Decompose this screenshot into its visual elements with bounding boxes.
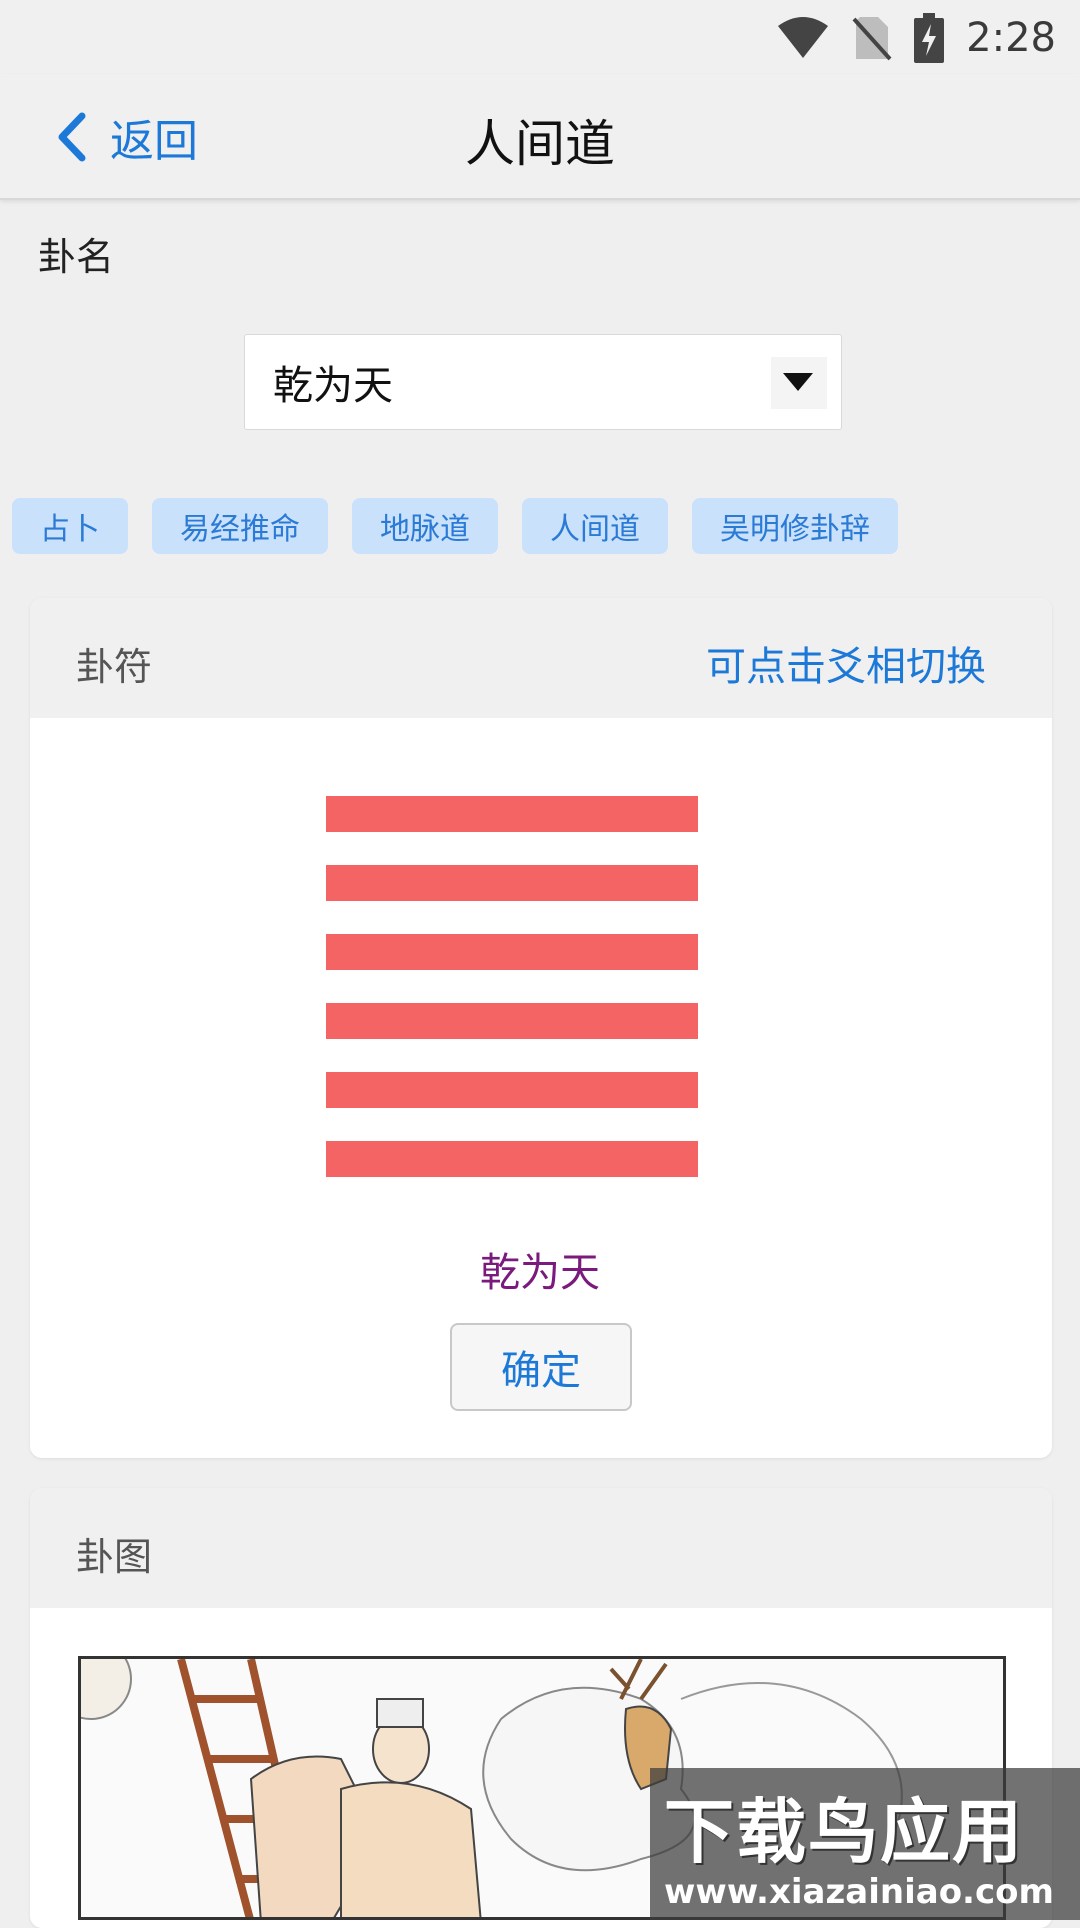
- hexagram: [326, 796, 698, 1210]
- tag-zhanbu[interactable]: 占卜: [12, 498, 128, 554]
- toggle-lines-hint[interactable]: 可点击爻相切换: [706, 634, 986, 692]
- wifi-icon: [778, 17, 829, 58]
- hexagram-name: 乾为天: [480, 1250, 600, 1296]
- hexagram-line-2[interactable]: [326, 1072, 698, 1108]
- watermark: 下载鸟应用 www.xiazainiao.com: [650, 1768, 1080, 1920]
- tag-dimaidao[interactable]: 地脉道: [352, 498, 498, 554]
- status-icons: 2:28: [776, 8, 1056, 68]
- gua-select[interactable]: 乾为天: [244, 334, 842, 430]
- status-bar: 2:28: [0, 0, 1080, 74]
- gua-symbol-title: 卦符: [76, 645, 153, 689]
- status-time: 2:28: [966, 15, 1056, 61]
- watermark-title: 下载鸟应用: [664, 1791, 1024, 1873]
- page-title: 人间道: [465, 115, 615, 173]
- tag-renjiandao[interactable]: 人间道: [522, 498, 668, 554]
- tag-row: 占卜 易经推命 地脉道 人间道 吴明修卦辞: [12, 498, 898, 554]
- gua-select-value: 乾为天: [273, 363, 393, 409]
- gua-name-label: 卦名: [38, 235, 115, 279]
- confirm-button[interactable]: 确定: [450, 1323, 632, 1411]
- hexagram-line-4[interactable]: [326, 934, 698, 970]
- hexagram-line-5[interactable]: [326, 865, 698, 901]
- hexagram-line-6[interactable]: [326, 796, 698, 832]
- gua-symbol-card-header: 卦符 可点击爻相切换: [30, 598, 1052, 718]
- tag-wumingxiu-guaci[interactable]: 吴明修卦辞: [692, 498, 898, 554]
- dropdown-arrow-icon: [783, 373, 813, 391]
- no-sim-icon: [852, 17, 892, 61]
- hexagram-line-3[interactable]: [326, 1003, 698, 1039]
- gua-image-card-header: 卦图: [30, 1488, 1052, 1608]
- battery-charging-icon: [914, 13, 945, 63]
- gua-image-title: 卦图: [76, 1535, 153, 1579]
- hexagram-line-1[interactable]: [326, 1141, 698, 1177]
- tag-yijing-tuiming[interactable]: 易经推命: [152, 498, 328, 554]
- watermark-url: www.xiazainiao.com: [664, 1872, 1054, 1912]
- nav-bar: 返回 人间道: [0, 74, 1080, 200]
